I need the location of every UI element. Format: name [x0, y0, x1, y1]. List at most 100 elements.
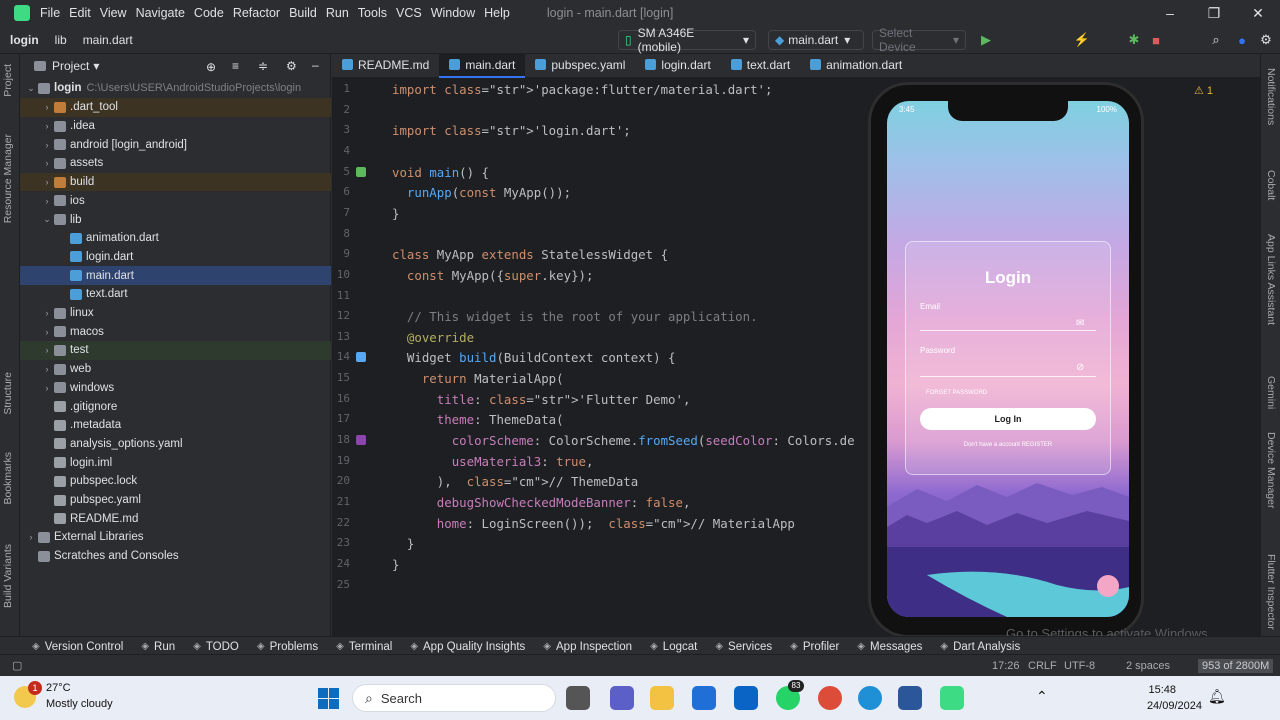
expand-arrow-icon[interactable]: › — [42, 364, 52, 374]
tool-messages[interactable]: ◈ Messages — [857, 641, 922, 653]
windows-start-icon[interactable] — [318, 688, 340, 710]
warning-indicator[interactable]: ⚠ 1 — [1194, 84, 1213, 97]
cobalt-label[interactable]: Cobalt — [1265, 170, 1277, 200]
code-line[interactable]: const MyApp({super.key}); — [392, 268, 594, 283]
expand-arrow-icon[interactable]: › — [42, 308, 52, 318]
cursor-position[interactable]: 17:26 — [992, 660, 1020, 672]
tab-text-dart[interactable]: text.dart — [721, 54, 800, 78]
code-line[interactable]: Widget build(BuildContext context) { — [392, 350, 676, 365]
tab-readme-md[interactable]: README.md — [332, 54, 439, 78]
settings-icon[interactable]: ⚙ — [1258, 32, 1274, 48]
code-line[interactable]: void main() { — [392, 165, 489, 180]
menu-edit[interactable]: Edit — [69, 6, 91, 20]
expand-arrow-icon[interactable]: › — [42, 158, 52, 168]
code-line[interactable]: colorScheme: ColorScheme.fromSeed(seedCo… — [392, 433, 855, 448]
tree-item[interactable]: › test — [20, 341, 331, 360]
override-gutter-icon[interactable] — [356, 352, 366, 363]
expand-arrow-icon[interactable]: › — [42, 177, 52, 187]
tree-item[interactable]: › build — [20, 172, 331, 192]
code-line[interactable]: runApp(const MyApp()); — [392, 185, 571, 200]
tree-item[interactable]: analysis_options.yaml — [20, 435, 331, 454]
tree-item[interactable]: › External Libraries — [20, 528, 331, 547]
tool-logcat[interactable]: ◈ Logcat — [650, 641, 697, 653]
tree-item[interactable]: login.iml — [20, 453, 331, 472]
memory-indicator[interactable]: 953 of 2800M — [1198, 658, 1274, 673]
structure-label[interactable]: Structure — [2, 372, 14, 415]
close-button[interactable]: ✕ — [1236, 0, 1280, 26]
tree-item[interactable]: › windows — [20, 379, 331, 398]
menu-file[interactable]: File — [40, 6, 60, 20]
code-line[interactable]: import class="str">'package:flutter/mate… — [392, 82, 772, 97]
hot-reload-icon[interactable]: ⚡ — [1074, 32, 1090, 48]
select-device-dropdown[interactable]: Select Device ▾ — [872, 26, 966, 54]
tool-problems[interactable]: ◈ Problems — [257, 641, 318, 653]
expand-arrow-icon[interactable]: › — [42, 102, 52, 112]
visibility-off-icon[interactable]: ⊘ — [1076, 362, 1084, 373]
code-line[interactable]: title: class="str">'Flutter Demo', — [392, 392, 691, 407]
edge-icon[interactable] — [858, 686, 882, 710]
maximize-button[interactable]: ❐ — [1192, 0, 1236, 26]
stop-icon[interactable]: ■ — [1148, 32, 1164, 48]
menu-window[interactable]: Window — [431, 6, 475, 20]
expand-arrow-icon[interactable]: › — [42, 140, 52, 150]
file-explorer-icon[interactable] — [650, 686, 674, 710]
tree-item[interactable]: › .dart_tool — [20, 98, 331, 117]
device-manager-label[interactable]: Device Manager — [1265, 432, 1277, 508]
debug-icon[interactable]: ✱ — [1126, 32, 1142, 48]
email-field[interactable] — [920, 330, 1096, 331]
tab-pubspec-yaml[interactable]: pubspec.yaml — [525, 54, 635, 78]
breadcrumb-project[interactable]: login — [10, 33, 39, 47]
menu-code[interactable]: Code — [194, 6, 224, 20]
code-line[interactable]: debugShowCheckedModeBanner: false, — [392, 495, 691, 510]
tree-item[interactable]: README.md — [20, 509, 331, 528]
menu-view[interactable]: View — [100, 6, 127, 20]
device-selector[interactable]: ▯ SM A346E (mobile) ▾ — [618, 26, 756, 54]
code-line[interactable]: return MaterialApp( — [392, 371, 564, 386]
tab-login-dart[interactable]: login.dart — [635, 54, 720, 78]
expand-arrow-icon[interactable]: › — [42, 196, 52, 206]
tree-item[interactable]: animation.dart — [20, 229, 331, 248]
login-button[interactable]: Log In — [920, 408, 1096, 430]
menu-help[interactable]: Help — [484, 6, 510, 20]
tree-item[interactable]: .metadata — [20, 416, 331, 435]
tab-main-dart[interactable]: main.dart — [439, 53, 526, 78]
minimize-button[interactable]: – — [1148, 0, 1192, 26]
expand-arrow-icon[interactable]: › — [26, 532, 36, 542]
bookmarks-label[interactable]: Bookmarks — [2, 452, 14, 505]
forget-password-link[interactable]: FORGET PASSWORD — [926, 390, 987, 396]
collapse-all-icon[interactable]: ≑ — [258, 59, 268, 73]
expand-all-icon[interactable]: ≡ — [232, 59, 239, 73]
clock-time[interactable]: 15:48 — [1126, 684, 1176, 696]
tool-app-quality-insights[interactable]: ◈ App Quality Insights — [410, 641, 525, 653]
clock-date[interactable]: 24/09/2024 — [1147, 700, 1202, 712]
task-view-icon[interactable] — [566, 686, 590, 710]
app-links-label[interactable]: App Links Assistant — [1265, 234, 1277, 325]
code-line[interactable]: home: LoginScreen()); class="cm">// Mate… — [392, 516, 795, 531]
tool-app-inspection[interactable]: ◈ App Inspection — [543, 641, 632, 653]
store-icon[interactable] — [692, 686, 716, 710]
build-variants-label[interactable]: Build Variants — [2, 544, 14, 608]
notifications-label[interactable]: Notifications — [1265, 68, 1277, 125]
taskbar-search[interactable]: ⌕ Search — [352, 684, 556, 712]
tree-item[interactable]: › linux — [20, 304, 331, 323]
tree-item[interactable]: pubspec.lock — [20, 472, 331, 491]
code-line[interactable]: } — [392, 206, 399, 221]
tree-item[interactable]: ⌄ lib — [20, 210, 331, 229]
tree-root[interactable]: ⌄ login C:\Users\USER\AndroidStudioProje… — [20, 79, 331, 98]
color-swatch-icon[interactable] — [356, 435, 366, 446]
code-line[interactable]: import class="str">'login.dart'; — [392, 123, 631, 138]
tool-services[interactable]: ◈ Services — [715, 641, 772, 653]
code-line[interactable]: @override — [392, 330, 474, 345]
flutter-inspector-label[interactable]: Flutter Inspector — [1265, 554, 1277, 630]
expand-arrow-icon[interactable]: › — [42, 121, 52, 131]
tree-item[interactable]: › assets — [20, 154, 331, 173]
chevron-up-icon[interactable]: ⌃ — [1036, 688, 1048, 705]
menu-navigate[interactable]: Navigate — [136, 6, 185, 20]
tree-item[interactable]: .gitignore — [20, 397, 331, 416]
code-line[interactable]: } — [392, 536, 414, 551]
expand-arrow-icon[interactable]: ⌄ — [42, 214, 52, 225]
expand-arrow-icon[interactable]: › — [42, 327, 52, 337]
indent-setting[interactable]: 2 spaces — [1126, 660, 1170, 672]
tool-dart-analysis[interactable]: ◈ Dart Analysis — [940, 641, 1020, 653]
tree-item[interactable]: main.dart — [20, 266, 331, 285]
